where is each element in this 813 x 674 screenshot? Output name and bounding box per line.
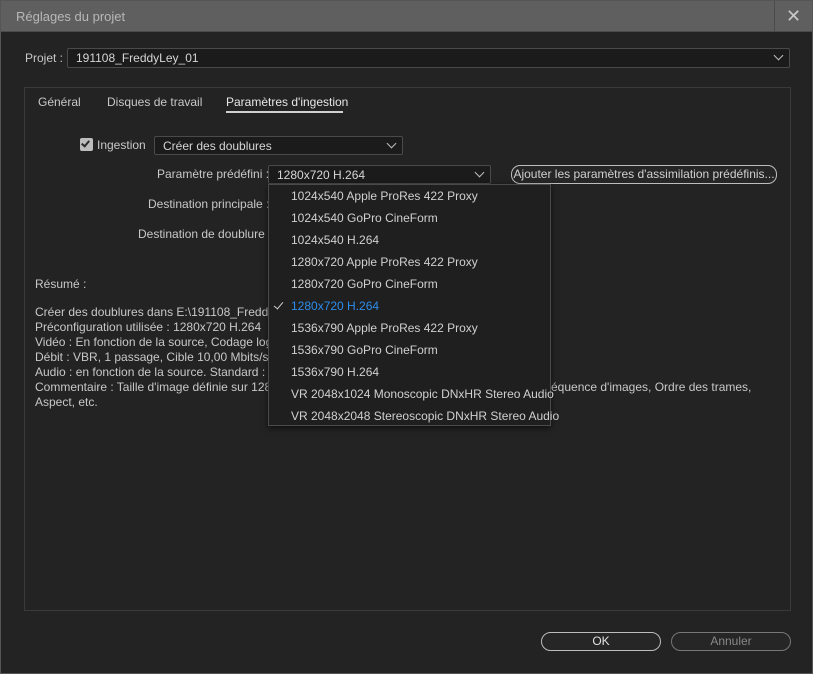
preset-option[interactable]: VR 2048x2048 Stereoscopic DNxHR Stereo A… [291, 405, 559, 427]
dialog-title: Réglages du projet [16, 9, 126, 24]
chevron-down-icon [474, 167, 485, 178]
add-ingest-preset-label: Ajouter les paramètres d'assimilation pr… [513, 167, 775, 181]
preset-label: Paramètre prédéfini : [157, 167, 270, 181]
ok-button[interactable]: OK [541, 632, 661, 651]
title-bar: Réglages du projet ✕ [1, 1, 812, 32]
active-tab-indicator [226, 111, 343, 113]
preset-option[interactable]: 1280x720 GoPro CineForm [291, 273, 438, 295]
ingest-mode-select[interactable]: Créer des doublures [154, 136, 403, 155]
proxy-destination-label: Destination de doublure : [138, 227, 272, 241]
chevron-down-icon [773, 50, 784, 61]
project-settings-dialog: Réglages du projet ✕ Projet : 191108_Fre… [0, 0, 813, 674]
tab-scratch-disks[interactable]: Disques de travail [107, 95, 202, 109]
ingest-mode-value: Créer des doublures [163, 139, 272, 153]
tab-general[interactable]: Général [38, 95, 81, 109]
summary-comment-tail: équence d'images, Ordre des trames, [551, 380, 752, 394]
cancel-button[interactable]: Annuler [671, 632, 791, 651]
preset-option-selected[interactable]: 1280x720 H.264 [291, 295, 379, 317]
add-ingest-preset-button[interactable]: Ajouter les paramètres d'assimilation pr… [511, 165, 777, 184]
close-icon: ✕ [785, 6, 802, 26]
preset-select-value: 1280x720 H.264 [277, 168, 366, 182]
ingest-label: Ingestion [97, 138, 146, 152]
preset-option[interactable]: 1024x540 H.264 [291, 229, 379, 251]
cancel-button-label: Annuler [710, 634, 752, 648]
checkmark-icon [273, 299, 284, 310]
preset-option[interactable]: 1024x540 GoPro CineForm [291, 207, 438, 229]
tab-ingest-settings[interactable]: Paramètres d'ingestion [226, 95, 348, 109]
project-select-value: 191108_FreddyLey_01 [76, 51, 199, 65]
ingest-checkbox[interactable] [80, 138, 93, 151]
preset-option[interactable]: 1536x790 H.264 [291, 361, 379, 383]
primary-destination-label: Destination principale : [148, 197, 270, 211]
preset-option[interactable]: 1536x790 GoPro CineForm [291, 339, 438, 361]
preset-option[interactable]: 1536x790 Apple ProRes 422 Proxy [291, 317, 478, 339]
preset-select[interactable]: 1280x720 H.264 [268, 165, 491, 184]
chevron-down-icon [386, 138, 397, 149]
ok-button-label: OK [592, 634, 610, 648]
checkmark-icon [81, 138, 90, 148]
preset-option[interactable]: 1024x540 Apple ProRes 422 Proxy [291, 185, 478, 207]
close-button[interactable]: ✕ [774, 1, 812, 32]
preset-dropdown-menu: 1024x540 Apple ProRes 422 Proxy 1024x540… [268, 184, 559, 426]
preset-option[interactable]: 1280x720 Apple ProRes 422 Proxy [291, 251, 478, 273]
project-label: Projet : [25, 51, 64, 65]
project-select[interactable]: 191108_FreddyLey_01 [67, 48, 790, 68]
summary-title: Résumé : [35, 277, 87, 291]
preset-option[interactable]: VR 2048x1024 Monoscopic DNxHR Stereo Aud… [291, 383, 554, 405]
